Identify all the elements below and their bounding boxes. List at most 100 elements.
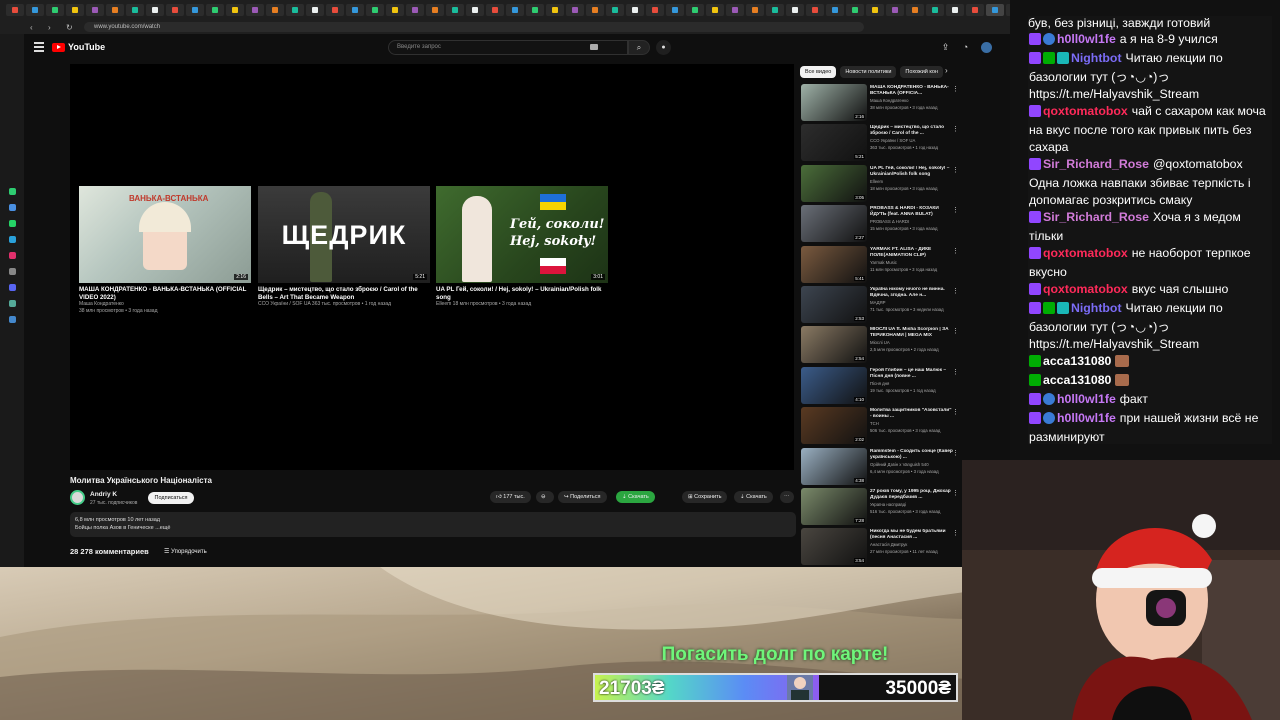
download-promo-button[interactable]: ⇣ Скачать bbox=[616, 491, 655, 503]
browser-tab[interactable] bbox=[466, 4, 484, 16]
browser-tab[interactable] bbox=[266, 4, 284, 16]
browser-tab[interactable] bbox=[526, 4, 544, 16]
recommendation-title[interactable]: МІОСЛІ UA ft. Misha Scorpion | ЗА ТЕРИКО… bbox=[870, 327, 954, 339]
endscreen-video[interactable]: Гей, соколи! Hej, sokoły! 3:01 UA PL Гей… bbox=[436, 186, 608, 308]
endscreen-video[interactable]: ЩЕДРИК 5:21 Щедрик – мистецтво, що стало… bbox=[258, 186, 430, 308]
share-button[interactable]: ↪ Поделиться bbox=[558, 491, 607, 503]
telegram-icon[interactable] bbox=[9, 236, 16, 243]
more-options-icon[interactable]: ⋮ bbox=[952, 287, 959, 295]
recommendation-channel[interactable]: МАДЯР bbox=[870, 300, 885, 305]
filter-chip[interactable]: Похожий кон bbox=[900, 66, 943, 78]
forward-icon[interactable]: › bbox=[48, 23, 58, 32]
recommendation-item[interactable]: 7:28 27 років тому, у 1995 році, Джохар Д… bbox=[801, 487, 961, 528]
recommendation-item[interactable]: 3:54 Никогда мы не будем братьями (песня … bbox=[801, 528, 961, 567]
browser-tab[interactable] bbox=[566, 4, 584, 16]
chat-username[interactable]: acca131080 bbox=[1043, 354, 1111, 368]
chat-username[interactable]: Nightbot bbox=[1071, 51, 1122, 65]
browser-tab[interactable] bbox=[326, 4, 344, 16]
endscreen-title[interactable]: МАША КОНДРАТЕНКО - ВАНЬКА-ВСТАНЬКА (OFFI… bbox=[79, 286, 251, 301]
browser-tab[interactable] bbox=[866, 4, 884, 16]
recommendation-thumbnail[interactable]: 5:41 bbox=[801, 245, 867, 283]
chat-username[interactable]: h0ll0wl1fe bbox=[1057, 32, 1116, 46]
recommendation-item[interactable]: 3:05 UA PL Гей, соколи! / Hej, sokoly! – … bbox=[801, 164, 961, 205]
more-options-icon[interactable]: ⋮ bbox=[952, 368, 959, 376]
recommendation-thumbnail[interactable]: 2:16 bbox=[801, 84, 867, 121]
browser-tab[interactable] bbox=[806, 4, 824, 16]
browser-tab[interactable] bbox=[986, 4, 1004, 16]
more-options-icon[interactable]: ⋮ bbox=[952, 529, 959, 537]
recommendation-title[interactable]: UA PL Гей, соколи! / Hej, sokoly! – Ukra… bbox=[870, 166, 954, 178]
more-options-icon[interactable]: ⋮ bbox=[952, 489, 959, 497]
extension-icon[interactable] bbox=[9, 268, 16, 275]
browser-tab[interactable] bbox=[946, 4, 964, 16]
browser-tab[interactable] bbox=[86, 4, 104, 16]
sort-button[interactable]: ☰ Упорядочить bbox=[164, 548, 207, 555]
browser-tab[interactable] bbox=[186, 4, 204, 16]
recommendation-item[interactable]: 2:02 Молитва защитников "Азовстали" - вои… bbox=[801, 407, 961, 447]
recommendation-channel[interactable]: Анастасія Дмитрук bbox=[870, 542, 907, 547]
notifications-icon[interactable]: ◔ bbox=[960, 42, 971, 53]
recommendation-channel[interactable]: PROBASS ∆ HARDI bbox=[870, 219, 909, 224]
more-options-icon[interactable]: ⋮ bbox=[952, 125, 959, 133]
menu-icon[interactable] bbox=[34, 42, 44, 52]
recommendation-channel[interactable]: Маша Кондратенко bbox=[870, 98, 909, 103]
recommendation-title[interactable]: Герой Глибин – це наш Малюк – Пісня дня … bbox=[870, 368, 954, 380]
browser-tab[interactable] bbox=[506, 4, 524, 16]
endscreen-thumbnail[interactable]: Гей, соколи! Hej, sokoły! 3:01 bbox=[436, 186, 608, 283]
recommendation-channel[interactable]: Yarmak Music bbox=[870, 260, 897, 265]
recommendation-thumbnail[interactable]: 5:21 bbox=[801, 124, 867, 162]
recommendation-channel[interactable]: Україна насправді bbox=[870, 502, 906, 507]
recommendation-thumbnail[interactable]: 4:10 bbox=[801, 366, 867, 404]
browser-tab[interactable] bbox=[366, 4, 384, 16]
browser-tab[interactable] bbox=[906, 4, 924, 16]
recommendation-title[interactable]: Никогда мы не будем братьями (песня Анас… bbox=[870, 529, 954, 541]
browser-tab[interactable] bbox=[626, 4, 644, 16]
recommendation-title[interactable]: PROBASS & HARDI - КОЗАКИ ЙДУТЬ (feat. AN… bbox=[870, 206, 954, 218]
youtube-logo[interactable]: YouTube bbox=[52, 42, 105, 52]
browser-tab[interactable] bbox=[746, 4, 764, 16]
browser-tab[interactable] bbox=[66, 4, 84, 16]
filter-chip[interactable]: Новости политики bbox=[840, 66, 897, 78]
description-box[interactable]: 6,8 млн просмотров 10 лет назад Бойцы по… bbox=[70, 512, 796, 537]
channel-avatar[interactable] bbox=[70, 490, 85, 505]
browser-tab[interactable] bbox=[46, 4, 64, 16]
recommendation-title[interactable]: YARMAK FT. ALISA - ДИКЕ ПОЛЕ(ANIMATION C… bbox=[870, 247, 954, 259]
channel-name[interactable]: Andriy K bbox=[90, 491, 117, 498]
browser-tab[interactable] bbox=[386, 4, 404, 16]
more-options-icon[interactable]: ⋮ bbox=[952, 166, 959, 174]
browser-tab[interactable] bbox=[126, 4, 144, 16]
recommendation-channel[interactable]: ССО України / SOF UA bbox=[870, 138, 915, 143]
discord-icon[interactable] bbox=[9, 284, 16, 291]
more-options-icon[interactable]: ⋮ bbox=[952, 327, 959, 335]
whatsapp-icon[interactable] bbox=[9, 220, 16, 227]
browser-tab[interactable] bbox=[446, 4, 464, 16]
browser-tab[interactable] bbox=[726, 4, 744, 16]
more-actions-button[interactable]: ⋯ bbox=[780, 491, 794, 503]
chat-username[interactable]: Sir_Richard_Rose bbox=[1043, 157, 1149, 171]
video-player[interactable]: ВАНЬКА-ВСТАНЬКА 2:16 МАША КОНДРАТЕНКО - … bbox=[70, 64, 794, 470]
microphone-icon[interactable]: ● bbox=[656, 40, 671, 55]
recommendation-thumbnail[interactable]: 3:05 bbox=[801, 164, 867, 202]
chat-username[interactable]: qoxtomatobox bbox=[1043, 282, 1128, 296]
endscreen-title[interactable]: UA PL Гей, соколи! / Hej, sokoly! – Ukra… bbox=[436, 286, 608, 301]
endscreen-video[interactable]: ВАНЬКА-ВСТАНЬКА 2:16 МАША КОНДРАТЕНКО - … bbox=[79, 186, 251, 315]
chat-username[interactable]: h0ll0wl1fe bbox=[1057, 411, 1116, 425]
browser-tab[interactable] bbox=[346, 4, 364, 16]
avatar[interactable] bbox=[981, 42, 992, 53]
browser-tab[interactable] bbox=[886, 4, 904, 16]
browser-tab[interactable] bbox=[646, 4, 664, 16]
recommendation-item[interactable]: 2:53 Україна нікому нічого не винна. Вдяч… bbox=[801, 285, 961, 326]
recommendation-title[interactable]: Rammstein - Сходить сонце (Кавер українс… bbox=[870, 449, 954, 461]
browser-tab[interactable] bbox=[426, 4, 444, 16]
reload-icon[interactable]: ↻ bbox=[66, 23, 76, 32]
browser-tab[interactable] bbox=[546, 4, 564, 16]
browser-tab[interactable] bbox=[926, 4, 944, 16]
chat-username[interactable]: Nightbot bbox=[1071, 301, 1122, 315]
recommendation-channel[interactable]: Міослі UA bbox=[870, 340, 890, 345]
recommendation-channel[interactable]: Орійний Дзвін х Vanguish 540 bbox=[870, 462, 929, 467]
save-button[interactable]: ⊞ Сохранить bbox=[682, 491, 728, 503]
recommendation-item[interactable]: 2:54 МІОСЛІ UA ft. Misha Scorpion | ЗА ТЕ… bbox=[801, 326, 961, 366]
recommendation-item[interactable]: 4:38 Rammstein - Сходить сонце (Кавер укр… bbox=[801, 447, 961, 488]
recommendation-item[interactable]: 2:16 МАША КОНДРАТЕНКО - ВАНЬКА-ВСТАНЬКА (… bbox=[801, 84, 961, 124]
like-button[interactable]: 👍︎ 177 тыс. bbox=[490, 491, 531, 503]
